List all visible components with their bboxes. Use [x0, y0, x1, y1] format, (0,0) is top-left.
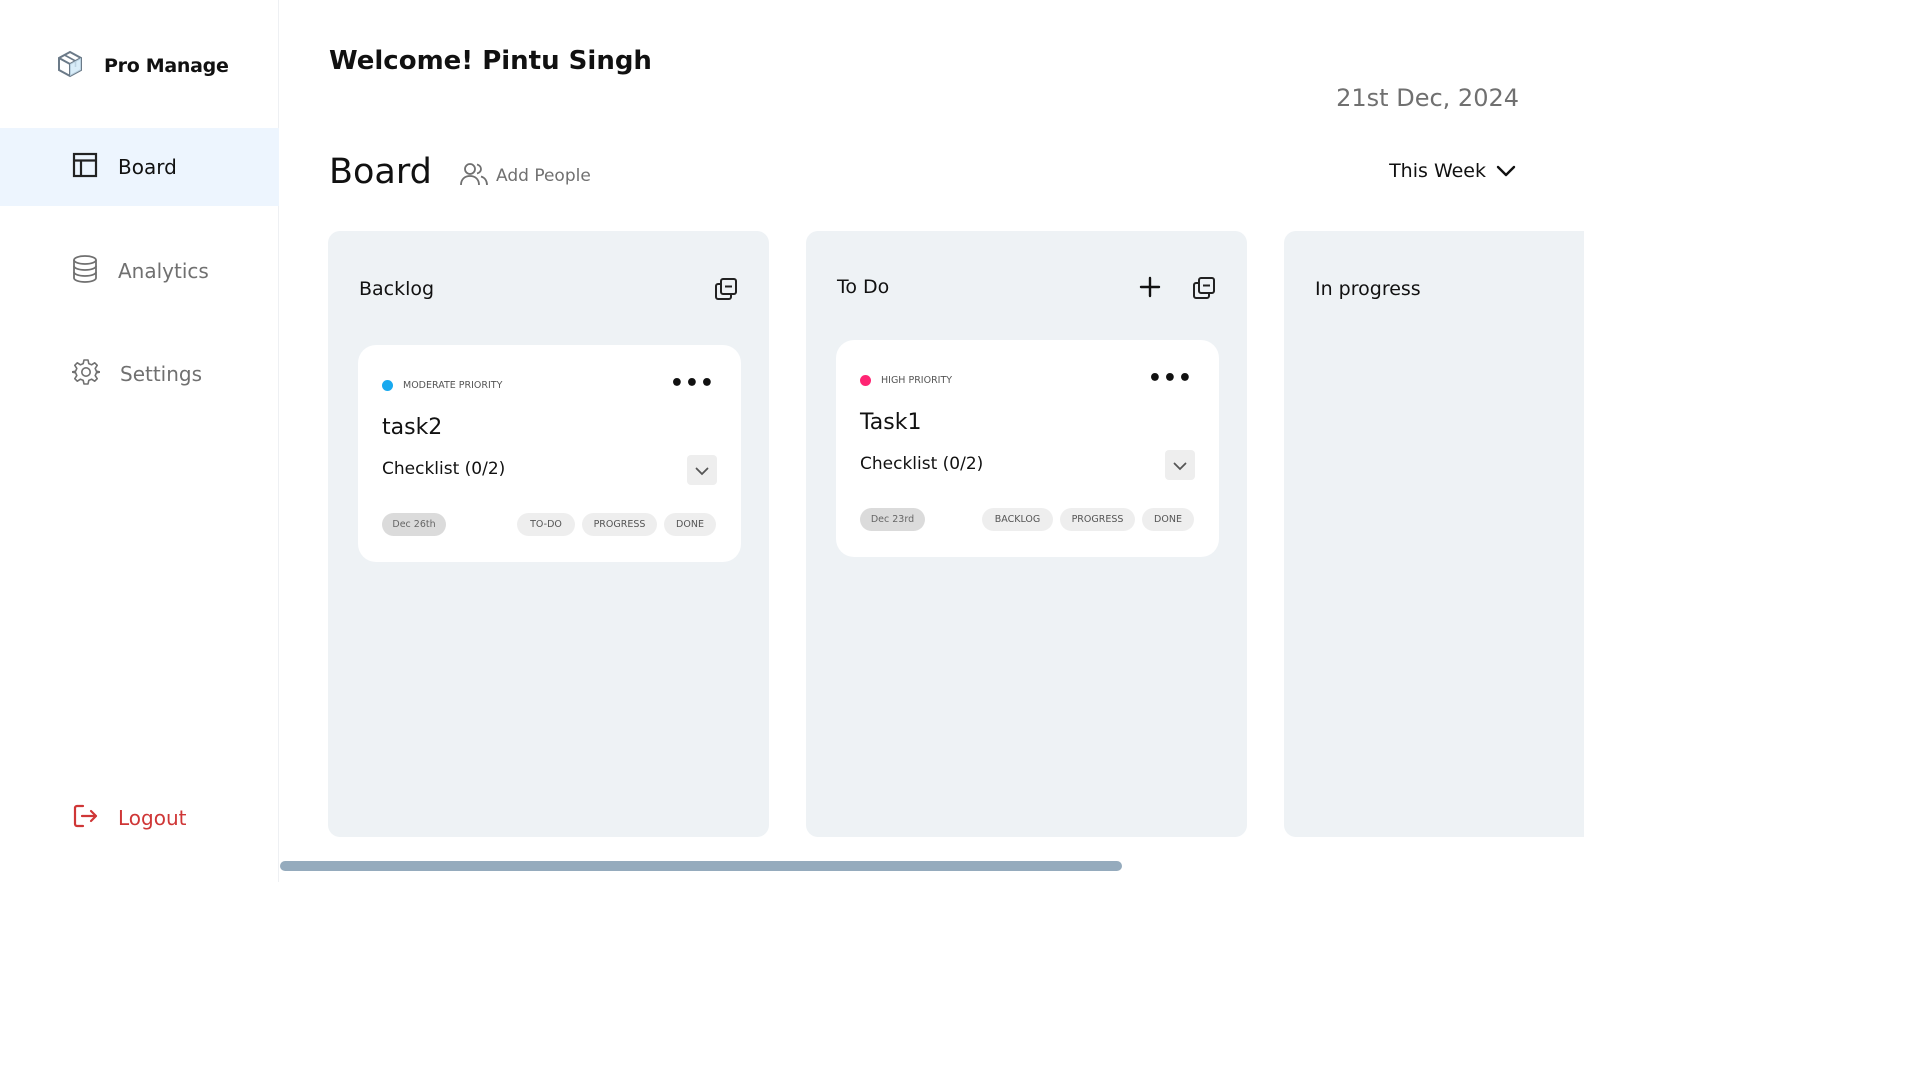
- priority-dot: [860, 375, 871, 386]
- more-options-icon[interactable]: •••: [670, 373, 715, 395]
- priority-indicator: MODERATE PRIORITY: [382, 380, 502, 391]
- sidebar-item-label: Analytics: [118, 259, 209, 283]
- logout-label: Logout: [118, 806, 187, 830]
- chevron-down-icon: [695, 461, 709, 480]
- welcome-heading: Welcome! Pintu Singh: [329, 46, 652, 76]
- add-people-label: Add People: [496, 166, 591, 186]
- database-icon: [72, 255, 98, 287]
- week-filter-dropdown[interactable]: This Week: [1389, 160, 1516, 182]
- column-backlog: Backlog MODERATE PRIORITY ••• task2 Chec…: [328, 231, 769, 837]
- sidebar: Pro Manage Board Analytics Settings Logo…: [0, 0, 279, 882]
- column-todo: To Do HIGH PRIORITY ••• Task1 Checklist …: [806, 231, 1247, 837]
- task-title: task2: [382, 415, 443, 440]
- expand-checklist-button[interactable]: [1165, 450, 1195, 480]
- column-in-progress: In progress: [1284, 231, 1584, 837]
- collapse-all-icon[interactable]: [714, 277, 738, 305]
- sidebar-item-label: Board: [118, 155, 177, 179]
- move-to-progress-button[interactable]: PROGRESS: [1060, 508, 1135, 531]
- add-task-icon[interactable]: [1139, 276, 1161, 302]
- sidebar-item-label: Settings: [120, 362, 203, 386]
- due-date-badge: Dec 26th: [382, 513, 446, 536]
- checklist-label: Checklist (0/2): [860, 454, 984, 474]
- gear-icon: [71, 358, 101, 390]
- logout-icon: [72, 803, 98, 833]
- task-title: Task1: [860, 410, 922, 435]
- app-logo: Pro Manage: [56, 50, 229, 82]
- column-title: Backlog: [359, 278, 435, 300]
- collapse-all-icon[interactable]: [1192, 276, 1216, 304]
- move-to-progress-button[interactable]: PROGRESS: [582, 513, 657, 536]
- page-title: Board: [329, 152, 432, 192]
- expand-checklist-button[interactable]: [687, 455, 717, 485]
- chevron-down-icon: [1496, 162, 1516, 181]
- app-name: Pro Manage: [104, 55, 229, 77]
- cube-logo-icon: [56, 50, 84, 82]
- priority-label: HIGH PRIORITY: [881, 375, 953, 386]
- checklist-label: Checklist (0/2): [382, 459, 506, 479]
- main-content: Welcome! Pintu Singh 21st Dec, 2024 Boar…: [280, 0, 1584, 882]
- board-icon: [72, 152, 98, 182]
- week-filter-label: This Week: [1389, 160, 1486, 182]
- current-date: 21st Dec, 2024: [1336, 84, 1519, 112]
- chevron-down-icon: [1173, 456, 1187, 475]
- due-date-badge: Dec 23rd: [860, 508, 925, 531]
- horizontal-scrollbar[interactable]: [280, 861, 1122, 871]
- sidebar-item-analytics[interactable]: Analytics: [0, 232, 279, 310]
- add-people-button[interactable]: Add People: [460, 162, 591, 190]
- more-options-icon[interactable]: •••: [1148, 368, 1193, 390]
- column-title: In progress: [1315, 278, 1421, 300]
- move-to-done-button[interactable]: DONE: [664, 513, 716, 536]
- sidebar-item-board[interactable]: Board: [0, 128, 279, 206]
- column-title: To Do: [837, 276, 890, 298]
- task-card[interactable]: MODERATE PRIORITY ••• task2 Checklist (0…: [358, 345, 741, 562]
- priority-indicator: HIGH PRIORITY: [860, 375, 952, 386]
- sidebar-item-settings[interactable]: Settings: [0, 335, 279, 413]
- task-card[interactable]: HIGH PRIORITY ••• Task1 Checklist (0/2) …: [836, 340, 1219, 557]
- move-to-done-button[interactable]: DONE: [1142, 508, 1194, 531]
- move-to-backlog-button[interactable]: BACKLOG: [982, 508, 1053, 531]
- priority-dot: [382, 380, 393, 391]
- logout-button[interactable]: Logout: [0, 779, 279, 857]
- move-to-todo-button[interactable]: TO-DO: [517, 513, 575, 536]
- priority-label: MODERATE PRIORITY: [403, 380, 503, 391]
- people-icon: [460, 162, 488, 190]
